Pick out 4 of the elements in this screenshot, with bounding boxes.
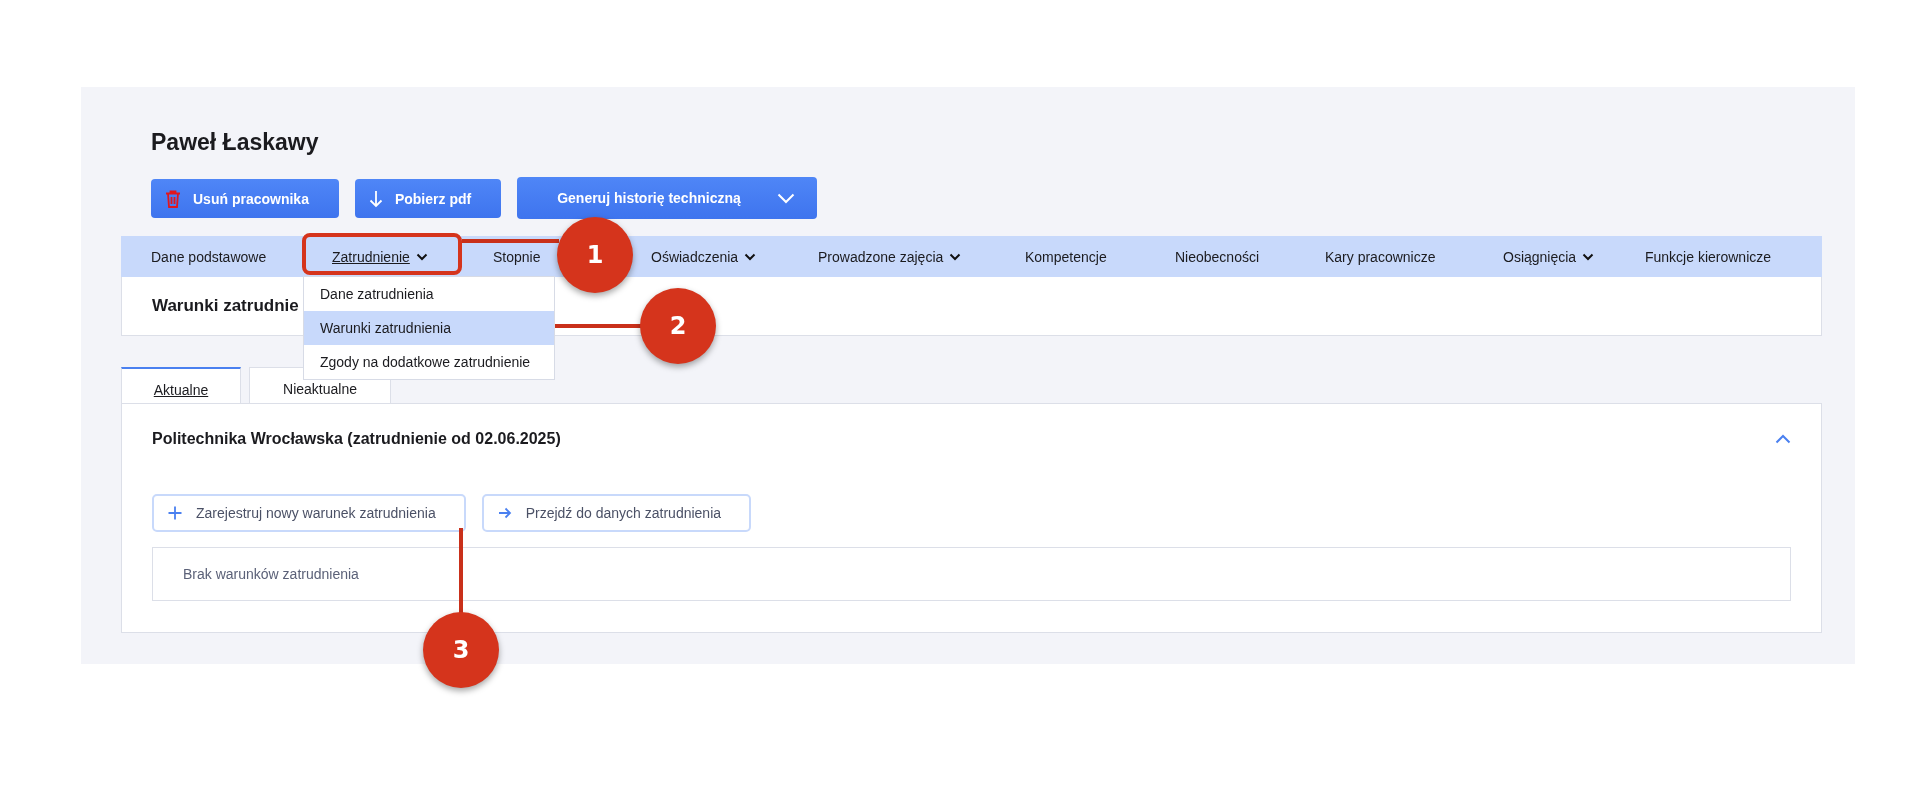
employee-name: Paweł Łaskawy (150, 128, 320, 154)
employment-title: Politechnika Wrocławska (zatrudnienie od 02.06.2025) (152, 430, 561, 448)
section-title: Warunki zatrudnie (152, 296, 299, 316)
empty-state-text: Brak warunków zatrudnienia (183, 566, 359, 582)
